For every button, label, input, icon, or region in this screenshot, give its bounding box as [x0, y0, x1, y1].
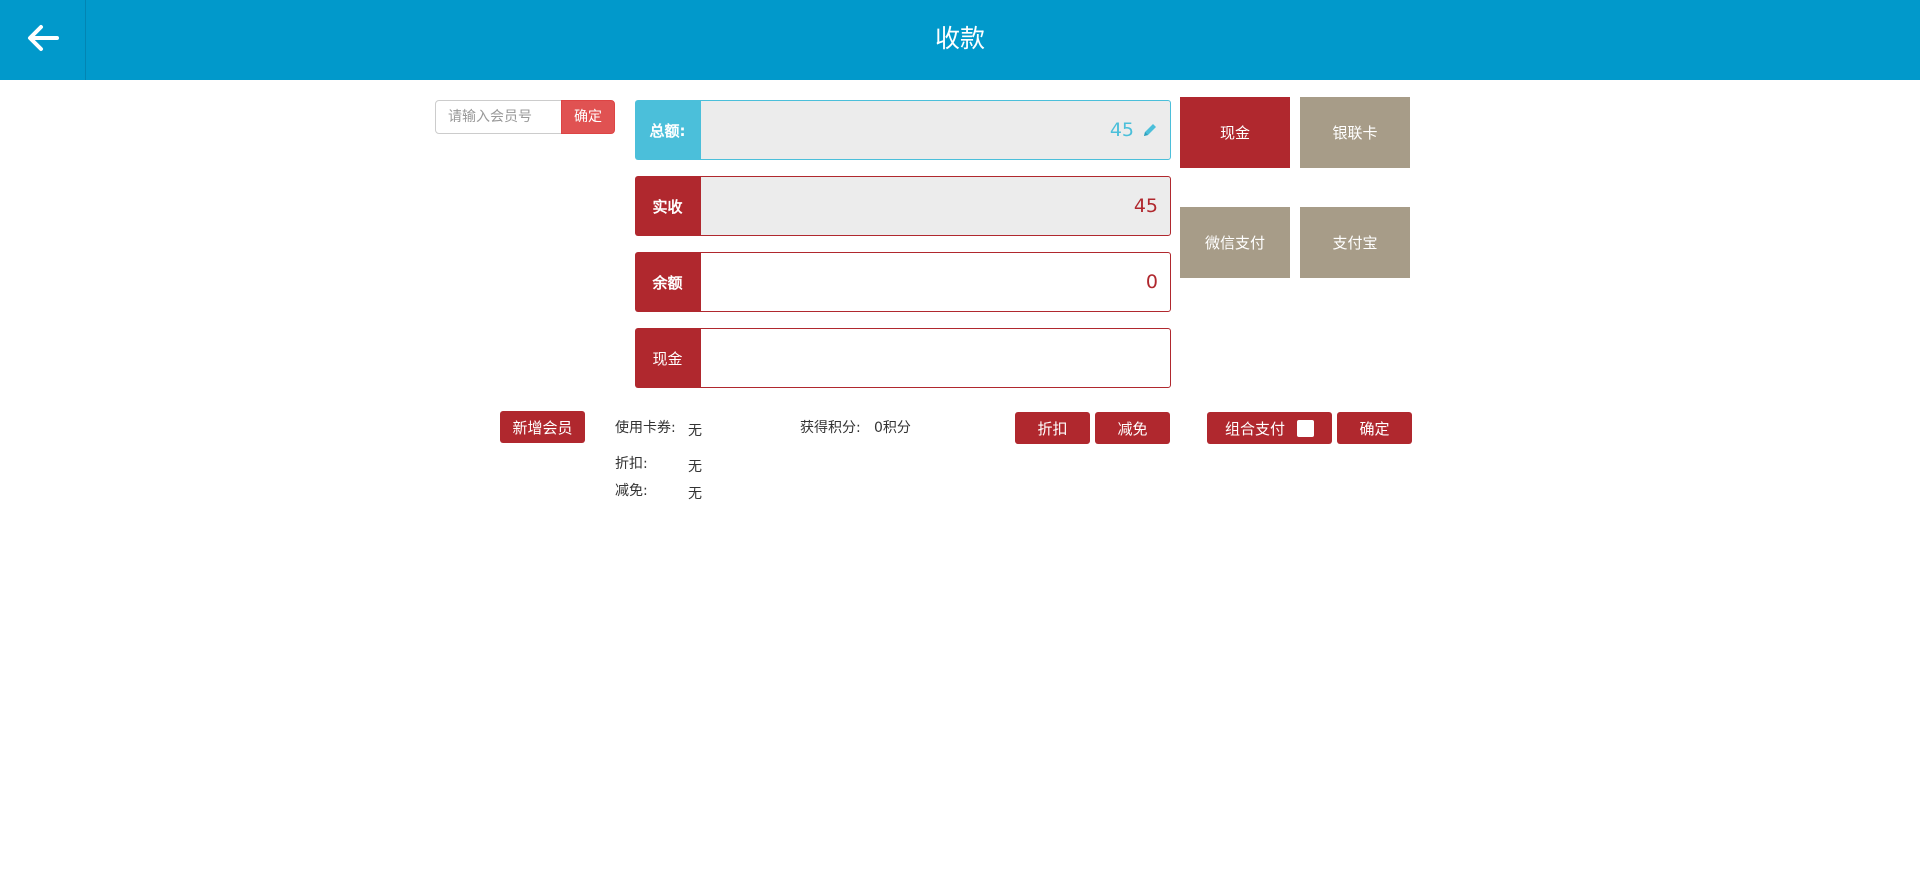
- coupon-value: 无: [688, 423, 702, 439]
- total-field[interactable]: 45: [700, 100, 1171, 160]
- member-number-input[interactable]: [435, 100, 562, 134]
- total-row: 总额: 45: [635, 100, 1171, 160]
- balance-label: 余额: [635, 252, 700, 312]
- total-value: 45: [1109, 119, 1134, 141]
- confirm-payment-button[interactable]: 确定: [1337, 412, 1412, 444]
- waive-info-label: 减免:: [615, 483, 648, 499]
- coupon-label: 使用卡券:: [615, 420, 676, 436]
- balance-value: 0: [1145, 271, 1158, 293]
- member-confirm-button[interactable]: 确定: [561, 100, 615, 134]
- received-field[interactable]: 45: [700, 176, 1171, 236]
- pencil-icon[interactable]: [1142, 122, 1158, 138]
- points-value: 0积分: [874, 420, 911, 436]
- waive-info-value: 无: [688, 486, 702, 502]
- cash-label: 现金: [635, 328, 700, 388]
- points-label: 获得积分:: [800, 420, 861, 436]
- arrow-left-icon: [26, 24, 60, 56]
- combo-pay-checkbox[interactable]: [1297, 419, 1314, 437]
- pay-unionpay-button[interactable]: 银联卡: [1300, 97, 1410, 168]
- combo-pay-label: 组合支付: [1224, 419, 1285, 438]
- received-row: 实收 45: [635, 176, 1171, 236]
- discount-button[interactable]: 折扣: [1015, 412, 1090, 444]
- page-title: 收款: [934, 24, 985, 53]
- cash-row: 现金: [635, 328, 1171, 388]
- balance-row: 余额 0: [635, 252, 1171, 312]
- waive-button[interactable]: 减免: [1095, 412, 1170, 444]
- discount-info-value: 无: [688, 459, 702, 475]
- received-label: 实收: [635, 176, 700, 236]
- discount-info-label: 折扣:: [615, 456, 648, 472]
- add-member-button[interactable]: 新增会员: [500, 411, 585, 443]
- pay-alipay-button[interactable]: 支付宝: [1300, 207, 1410, 278]
- header-bar: 收款: [0, 0, 1920, 80]
- received-value: 45: [1133, 195, 1158, 217]
- pay-cash-button[interactable]: 现金: [1180, 97, 1290, 168]
- total-label: 总额:: [635, 100, 700, 160]
- balance-field: 0: [700, 252, 1171, 312]
- pay-wechat-button[interactable]: 微信支付: [1180, 207, 1290, 278]
- cash-amount-field[interactable]: [700, 328, 1171, 388]
- combo-pay-toggle[interactable]: 组合支付: [1207, 412, 1332, 444]
- back-button[interactable]: [0, 0, 86, 80]
